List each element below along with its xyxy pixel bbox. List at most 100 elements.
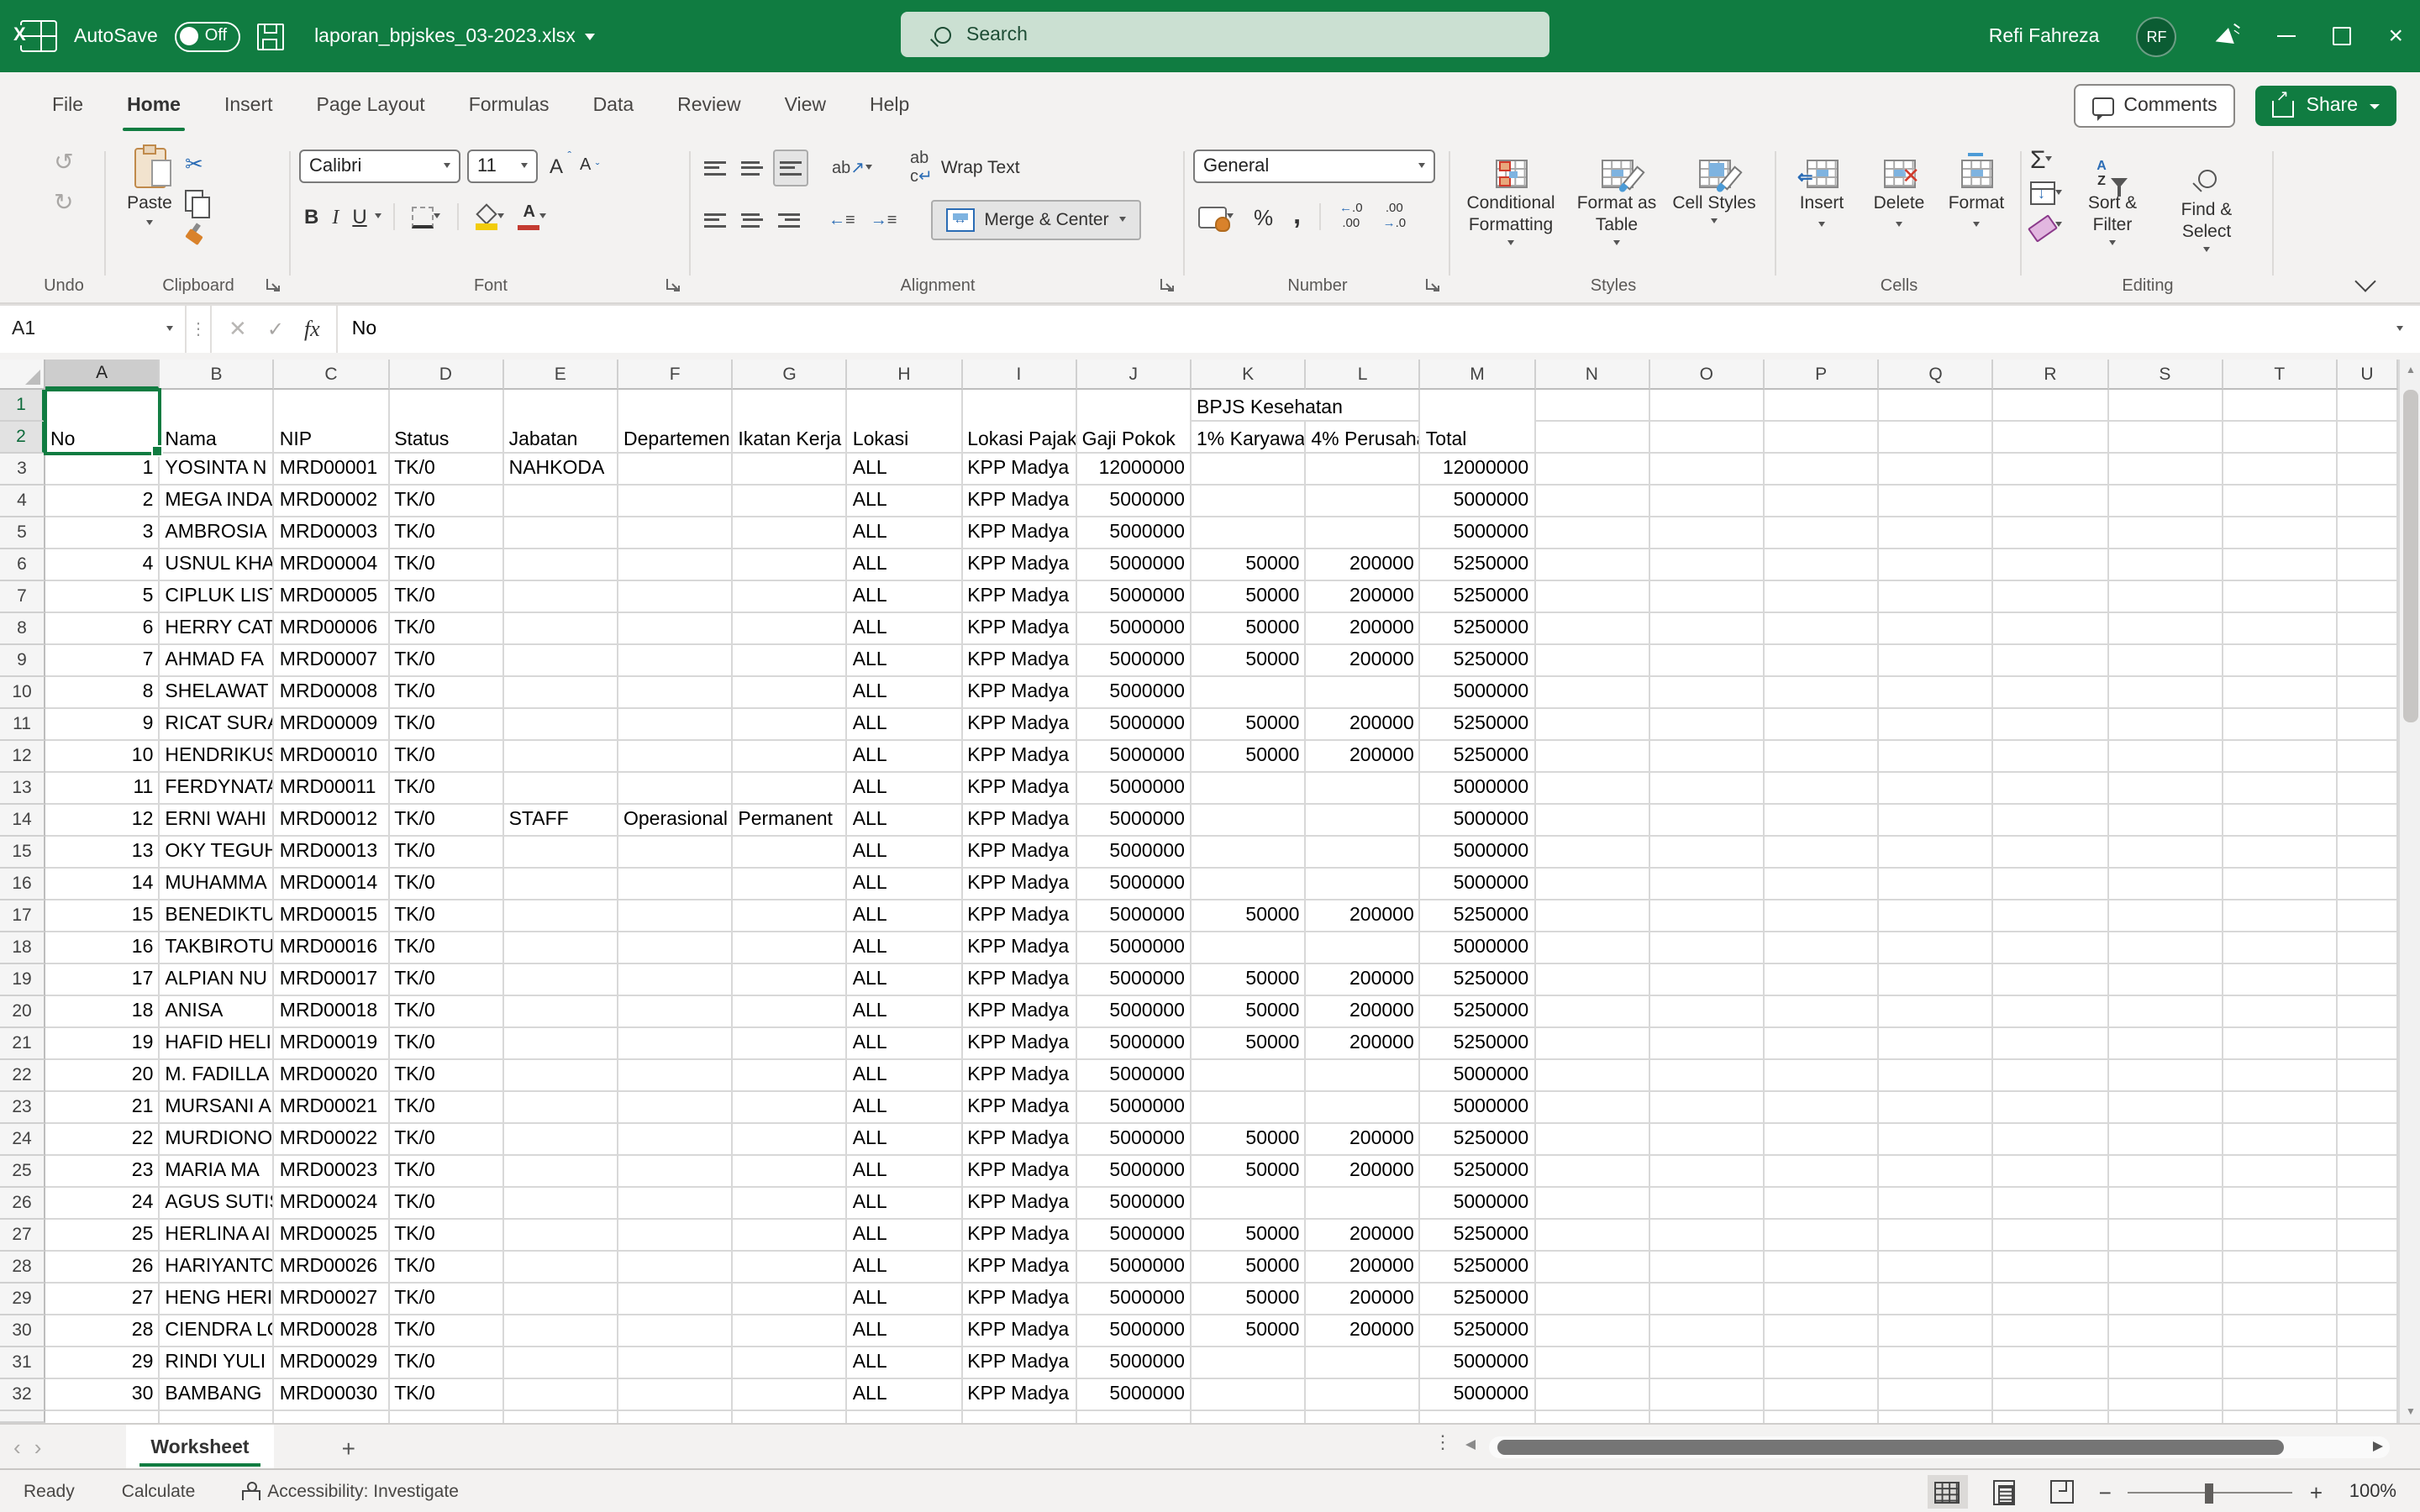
row-header-19[interactable]: 19 (0, 964, 45, 996)
cell-A9[interactable]: 7 (45, 645, 160, 677)
insert-function-button[interactable]: fx (304, 316, 320, 343)
cell-G10[interactable] (733, 677, 847, 709)
italic-button[interactable]: I (327, 200, 344, 234)
cell-C20[interactable]: MRD00018 (275, 996, 389, 1028)
name-box[interactable]: A1 (0, 306, 187, 353)
cell-F3[interactable] (618, 454, 733, 486)
cell-H28[interactable]: ALL (848, 1252, 962, 1284)
cell-K27[interactable]: 50000 (1192, 1220, 1306, 1252)
cell-U5[interactable] (2338, 517, 2398, 549)
cell-B27[interactable]: HERLINA AI (160, 1220, 274, 1252)
cell-H11[interactable]: ALL (848, 709, 962, 741)
zoom-level[interactable]: 100% (2339, 1482, 2396, 1502)
cell-B16[interactable]: MUHAMMA (160, 869, 274, 900)
zoom-slider-thumb[interactable] (2206, 1483, 2213, 1503)
cell-H10[interactable]: ALL (848, 677, 962, 709)
cell-T29[interactable] (2223, 1284, 2338, 1315)
cell-C31[interactable]: MRD00029 (275, 1347, 389, 1379)
cell-P2[interactable] (1765, 422, 1879, 454)
cell-J13[interactable]: 5000000 (1077, 773, 1192, 805)
cell-N21[interactable] (1535, 1028, 1649, 1060)
cell-S13[interactable] (2108, 773, 2223, 805)
cell-M19[interactable]: 5250000 (1421, 964, 1535, 996)
cell-H14[interactable]: ALL (848, 805, 962, 837)
cell-K32[interactable] (1192, 1379, 1306, 1411)
cell-G29[interactable] (733, 1284, 847, 1315)
cell-H31[interactable]: ALL (848, 1347, 962, 1379)
increase-indent-button[interactable]: →≡ (865, 203, 902, 237)
cell-S22[interactable] (2108, 1060, 2223, 1092)
cell-D7[interactable]: TK/0 (389, 581, 503, 613)
cell-J14[interactable]: 5000000 (1077, 805, 1192, 837)
cell-D18[interactable]: TK/0 (389, 932, 503, 964)
cell-L20[interactable]: 200000 (1306, 996, 1420, 1028)
zoom-in-button[interactable]: + (2310, 1479, 2323, 1504)
cell-R17[interactable] (1994, 900, 2108, 932)
cell-I16[interactable]: KPP Madya (962, 869, 1076, 900)
cell-M7[interactable]: 5250000 (1421, 581, 1535, 613)
new-sheet-button[interactable]: + (275, 1434, 355, 1461)
cell-T21[interactable] (2223, 1028, 2338, 1060)
cell-O28[interactable] (1650, 1252, 1765, 1284)
cell-F2-header[interactable]: Departemen (618, 390, 733, 454)
cell-E22[interactable] (504, 1060, 618, 1092)
cell-M31[interactable]: 5000000 (1421, 1347, 1535, 1379)
cell-A33[interactable] (45, 1411, 160, 1423)
cell-D28[interactable]: TK/0 (389, 1252, 503, 1284)
cell-F18[interactable] (618, 932, 733, 964)
row-header-23[interactable]: 23 (0, 1092, 45, 1124)
cell-U10[interactable] (2338, 677, 2398, 709)
cell-P32[interactable] (1765, 1379, 1879, 1411)
avatar[interactable]: RF (2136, 16, 2176, 56)
cell-N33[interactable] (1535, 1411, 1649, 1423)
cell-C26[interactable]: MRD00024 (275, 1188, 389, 1220)
cell-O23[interactable] (1650, 1092, 1765, 1124)
zoom-slider[interactable] (2128, 1491, 2293, 1493)
cell-D10[interactable]: TK/0 (389, 677, 503, 709)
cell-H17[interactable]: ALL (848, 900, 962, 932)
cell-T17[interactable] (2223, 900, 2338, 932)
vertical-scrollbar[interactable]: ▲ ▼ (2398, 360, 2420, 1423)
cell-T19[interactable] (2223, 964, 2338, 996)
cell-S14[interactable] (2108, 805, 2223, 837)
formula-bar-resize-handle[interactable]: ⋮ (187, 306, 212, 353)
cell-G22[interactable] (733, 1060, 847, 1092)
cell-S30[interactable] (2108, 1315, 2223, 1347)
cell-U19[interactable] (2338, 964, 2398, 996)
cell-P9[interactable] (1765, 645, 1879, 677)
cell-M23[interactable]: 5000000 (1421, 1092, 1535, 1124)
cell-N14[interactable] (1535, 805, 1649, 837)
row-header-14[interactable]: 14 (0, 805, 45, 837)
cell-U13[interactable] (2338, 773, 2398, 805)
cell-B18[interactable]: TAKBIROTU (160, 932, 274, 964)
cell-K31[interactable] (1192, 1347, 1306, 1379)
cell-Q17[interactable] (1879, 900, 1993, 932)
cell-P7[interactable] (1765, 581, 1879, 613)
cell-M24[interactable]: 5250000 (1421, 1124, 1535, 1156)
cell-E14[interactable]: STAFF (504, 805, 618, 837)
borders-button[interactable] (408, 200, 446, 234)
cell-G15[interactable] (733, 837, 847, 869)
cell-S12[interactable] (2108, 741, 2223, 773)
cell-F19[interactable] (618, 964, 733, 996)
cell-A16[interactable]: 14 (45, 869, 160, 900)
cell-K7[interactable]: 50000 (1192, 581, 1306, 613)
cell-U18[interactable] (2338, 932, 2398, 964)
cell-B30[interactable]: CIENDRA LO (160, 1315, 274, 1347)
format-cells-button[interactable]: Format (1939, 144, 2013, 230)
cell-U21[interactable] (2338, 1028, 2398, 1060)
column-header-G[interactable]: G (733, 360, 847, 390)
cell-U27[interactable] (2338, 1220, 2398, 1252)
cell-B11[interactable]: RICAT SURA (160, 709, 274, 741)
cell-H30[interactable]: ALL (848, 1315, 962, 1347)
scroll-down-icon[interactable]: ▼ (2400, 1401, 2420, 1423)
cell-N30[interactable] (1535, 1315, 1649, 1347)
cell-B28[interactable]: HARIYANTO (160, 1252, 274, 1284)
cell-I29[interactable]: KPP Madya (962, 1284, 1076, 1315)
cell-R20[interactable] (1994, 996, 2108, 1028)
cell-A18[interactable]: 16 (45, 932, 160, 964)
cell-G18[interactable] (733, 932, 847, 964)
cell-R4[interactable] (1994, 486, 2108, 517)
cell-M11[interactable]: 5250000 (1421, 709, 1535, 741)
cell-K21[interactable]: 50000 (1192, 1028, 1306, 1060)
